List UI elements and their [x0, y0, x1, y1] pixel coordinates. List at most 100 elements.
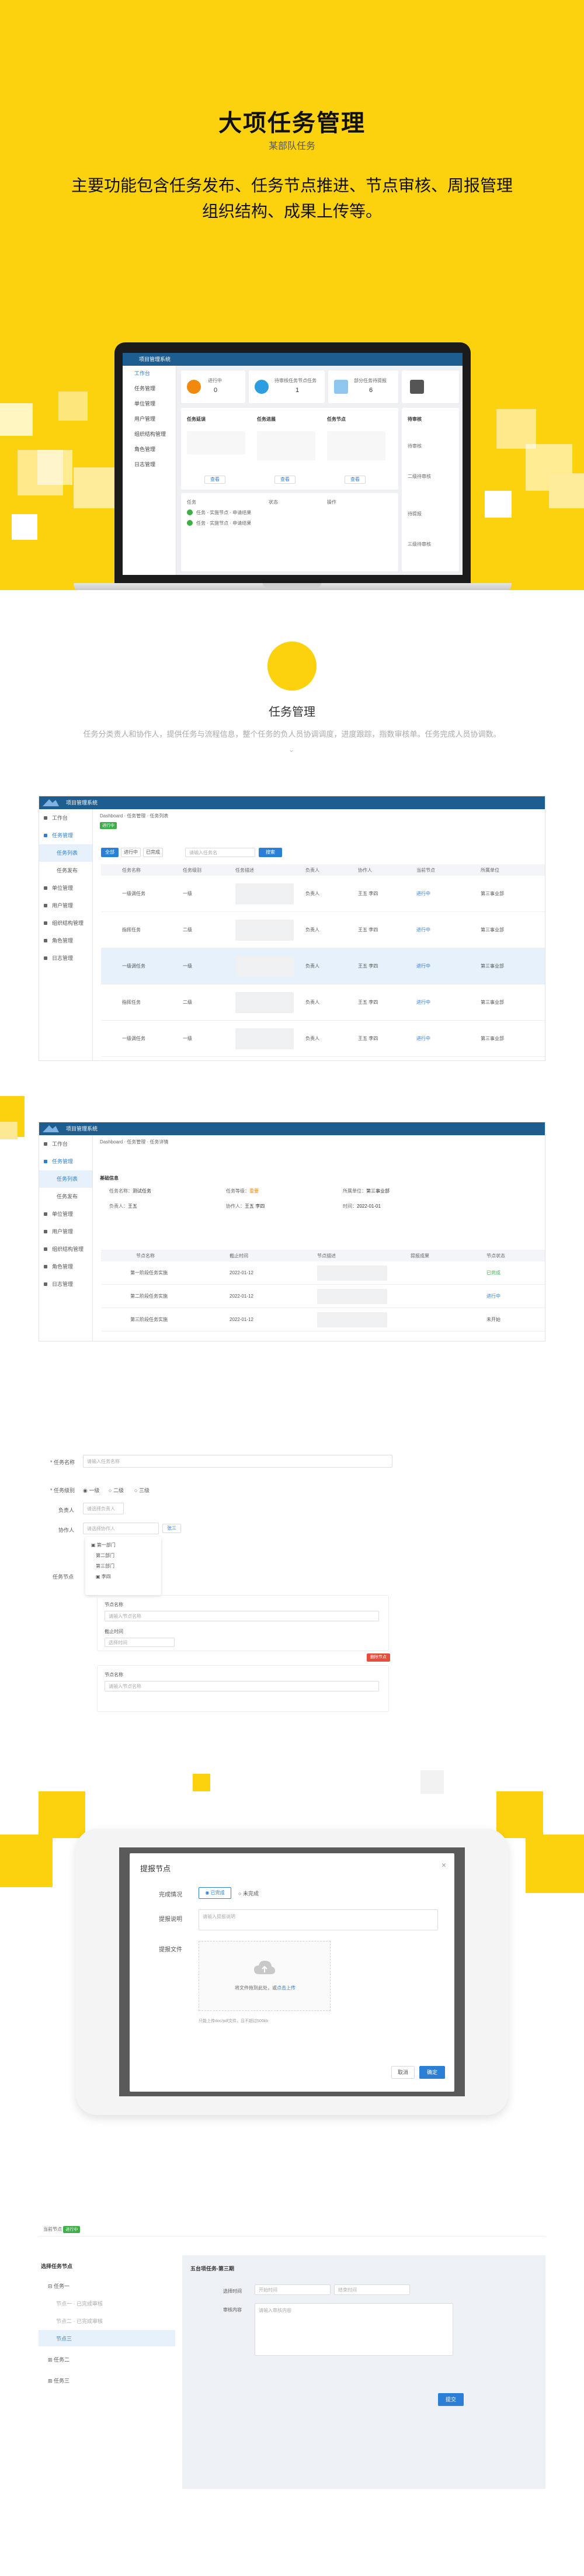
task-form-screen: * 任务名称 请输入任务名称 * 任务级别 ◉ 一级 ○ 二级 ○ 三级 负责人…	[39, 1443, 545, 1718]
cancel-button[interactable]: 取消	[391, 2066, 415, 2079]
sidebar-item-log[interactable]: 日志管理	[39, 949, 92, 967]
sidebar-item[interactable]: 任务管理	[123, 381, 176, 396]
table-header: 操作	[327, 500, 336, 505]
upload-link[interactable]: 点击上传	[277, 1985, 296, 1991]
cloud-upload-icon	[254, 1960, 275, 1974]
sidebar-item[interactable]: 工作台	[123, 366, 176, 381]
task-table-panel: 任务 状态 操作 任务 · 实施节点 · 申请结果 任务 · 实施节点 · 申请…	[181, 493, 398, 571]
dropdown-item[interactable]: ▣ 李四	[85, 1572, 161, 1582]
sidebar-item-task[interactable]: 任务管理	[39, 1153, 92, 1170]
column-header: 节点名称	[136, 1253, 155, 1258]
owner-label: 负责人	[58, 1507, 75, 1513]
node-deadline-input[interactable]: 选择时间	[105, 1638, 175, 1647]
task-desc-cell	[235, 948, 294, 984]
level-radio-1[interactable]: ◉ 一级	[83, 1486, 99, 1494]
sidebar-item-org[interactable]: 组织结构管理	[39, 1240, 92, 1258]
sidebar-item[interactable]: 单位管理	[123, 396, 176, 411]
end-date-input[interactable]: 结束时间	[334, 2284, 410, 2295]
sidebar-item-task-publish[interactable]: 任务发布	[39, 1188, 92, 1205]
table-row[interactable]: 第三阶段任务实施2022-01-12未开始查看编辑	[101, 1308, 545, 1332]
sidebar-item-role[interactable]: 角色管理	[39, 932, 92, 949]
upload-hint: 只能上传doc/pdf文件，且不超过500kb	[199, 2019, 269, 2023]
app-name: 项目管理系统	[66, 800, 98, 806]
table-row[interactable]: 第一阶段任务实施2022-01-12已完成查看编辑	[101, 1261, 545, 1285]
dropdown-item[interactable]: ▣ 第一部门	[85, 1540, 161, 1551]
upload-dropzone[interactable]: 将文件拖到此处，或点击上传	[199, 1941, 331, 2011]
sidebar-item-task-list[interactable]: 任务列表	[39, 844, 92, 862]
close-icon[interactable]: ×	[442, 1860, 446, 1870]
tree-item[interactable]: ⊞ 任务三	[48, 2377, 69, 2384]
sidebar-item-task[interactable]: 任务管理	[39, 827, 92, 844]
search-button[interactable]: 搜索	[259, 848, 282, 857]
table-row[interactable]: 一级调任务一级负责人王五 李四进行中第三事业部编辑删除详情	[101, 948, 545, 984]
deco-square	[0, 1835, 53, 1887]
delete-node-button[interactable]: 删除节点	[367, 1653, 390, 1662]
column-header: 任务名称	[122, 867, 141, 873]
tab-all[interactable]: 全部	[101, 848, 119, 857]
view-button[interactable]: 查看	[345, 476, 366, 484]
tree-item[interactable]: 节点二 · 已完成审核	[56, 2317, 103, 2325]
dropdown-item[interactable]: 第二部门	[85, 1551, 161, 1561]
table-row[interactable]: 指挥任务二级负责人王五 李四进行中第三事业部编辑删除详情	[101, 912, 545, 948]
level-radio-2[interactable]: ○ 二级	[109, 1486, 124, 1494]
search-input[interactable]: 请输入任务名	[185, 848, 255, 857]
deco-square	[39, 1791, 85, 1838]
tab-done[interactable]: 已完成	[143, 848, 163, 857]
table-row[interactable]: 一级调任务一级负责人王五 李四进行中第三事业部编辑删除详情	[101, 876, 545, 912]
review-textarea[interactable]: 请输入审核内容	[255, 2303, 453, 2356]
desc-textarea[interactable]: 请输入提报说明	[199, 1909, 438, 1930]
node-name-input[interactable]: 请输入节点名称	[105, 1681, 379, 1691]
mini-topbar: 项目管理系统	[123, 353, 463, 366]
view-button[interactable]: 查看	[204, 476, 225, 484]
table-row[interactable]: 第二阶段任务实施2022-01-12进行中查看编辑	[101, 1285, 545, 1308]
table-header: 状态	[269, 500, 278, 505]
task-level-cell: 一级	[183, 963, 192, 969]
level-radio-3[interactable]: ○ 三级	[134, 1486, 150, 1494]
owner-select[interactable]: 请选择负责人	[83, 1503, 124, 1514]
sidebar-item-org[interactable]: 组织结构管理	[39, 914, 92, 932]
member-tag[interactable]: 张三	[162, 1524, 181, 1533]
node-name-input[interactable]: 请输入节点名称	[105, 1611, 379, 1621]
stat-card: 待审核任务节点任务 1	[249, 370, 325, 403]
start-date-input[interactable]: 开始时间	[255, 2284, 331, 2295]
hero-desc-line: 主要功能包含任务发布、任务节点推进、节点审核、周报管理	[71, 176, 513, 195]
sidebar-item-unit[interactable]: 单位管理	[39, 879, 92, 897]
hero-description: 主要功能包含任务发布、任务节点推进、节点审核、周报管理 组织结构、成果上传等。	[0, 173, 584, 224]
sidebar-item[interactable]: 组织结构管理	[123, 427, 176, 442]
sidebar-item-workbench[interactable]: 工作台	[39, 809, 92, 827]
submit-button[interactable]: 提交	[438, 2393, 464, 2406]
tree-item[interactable]: ⊞ 任务二	[48, 2356, 69, 2363]
sidebar-item[interactable]: 日志管理	[123, 457, 176, 472]
members-select[interactable]: 请选择协作人	[83, 1523, 159, 1534]
dropdown-item[interactable]: 第三部门	[85, 1561, 161, 1572]
modal-title: 提报节点	[140, 1864, 171, 1873]
confirm-button[interactable]: 确定	[419, 2066, 445, 2079]
status-icon	[187, 509, 193, 515]
upload-text: 将文件拖到此处，或点击上传	[235, 1985, 296, 1991]
sidebar-item-user[interactable]: 用户管理	[39, 897, 92, 914]
sidebar-item-task-list[interactable]: 任务列表	[39, 1170, 92, 1188]
sidebar-item[interactable]: 角色管理	[123, 442, 176, 457]
desc-label: 提报说明	[159, 1916, 182, 1923]
table-row[interactable]: 指挥任务二级负责人王五 李四进行中第三事业部编辑删除详情	[101, 984, 545, 1021]
sidebar-item-workbench[interactable]: 工作台	[39, 1135, 92, 1153]
task-name-input[interactable]: 请输入任务名称	[83, 1455, 392, 1468]
sidebar-item-role[interactable]: 角色管理	[39, 1258, 92, 1275]
tab-in-progress[interactable]: 进行中	[121, 848, 141, 857]
status-undone-radio[interactable]: ○ 未完成	[238, 1889, 259, 1897]
view-button[interactable]: 查看	[274, 476, 296, 484]
sidebar-item-log[interactable]: 日志管理	[39, 1275, 92, 1293]
tree-item[interactable]: ⊟ 任务一	[48, 2282, 69, 2290]
table-row[interactable]: 一级调任务一级负责人王五 李四进行中第三事业部编辑删除详情	[101, 1021, 545, 1057]
hero-banner: 大项任务管理 某部队任务 主要功能包含任务发布、任务节点推进、节点审核、周报管理…	[0, 0, 584, 590]
sidebar-item-user[interactable]: 用户管理	[39, 1223, 92, 1240]
sidebar-item[interactable]: 用户管理	[123, 411, 176, 427]
node-card: 节点名称 请输入节点名称 截止时间 选择时间	[97, 1595, 389, 1651]
deco-square	[193, 1774, 210, 1791]
node-date-cell: 2022-01-12	[230, 1317, 253, 1322]
sidebar-item-unit[interactable]: 单位管理	[39, 1205, 92, 1223]
tree-item-selected[interactable]: 节点三	[56, 2335, 72, 2342]
status-done-radio[interactable]: ◉ 已完成	[199, 1887, 231, 1899]
tree-item[interactable]: 节点一 · 已完成审核	[56, 2300, 103, 2307]
sidebar-item-task-publish[interactable]: 任务发布	[39, 862, 92, 879]
